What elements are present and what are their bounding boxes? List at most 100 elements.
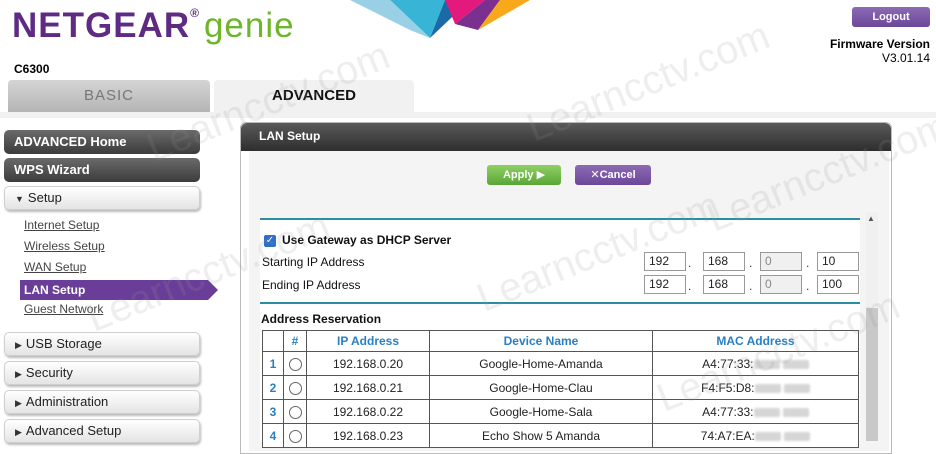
row-device: Google-Home-Amanda	[429, 351, 653, 376]
nav-administration[interactable]: ▶ Administration	[4, 390, 200, 414]
starting-ip-octet-3: 0	[760, 252, 802, 271]
row-ip: 192.168.0.23	[306, 423, 430, 448]
table-header-row: # IP Address Device Name MAC Address	[262, 330, 859, 352]
redacted-mac	[753, 407, 780, 417]
play-arrow-icon: ▶	[536, 169, 546, 181]
tab-advanced[interactable]: ADVANCED	[214, 80, 414, 112]
row-number: 2	[262, 375, 284, 400]
collapsed-triangle-icon: ▶	[15, 427, 22, 437]
tab-band	[0, 112, 936, 118]
ip-dot: .	[749, 279, 753, 293]
redacted-mac	[782, 359, 809, 369]
redacted-mac	[784, 431, 811, 441]
nav-wps-wizard[interactable]: WPS Wizard	[4, 158, 200, 182]
panel-title: LAN Setup	[241, 123, 891, 151]
nav-security[interactable]: ▶ Security	[4, 361, 200, 385]
mac-prefix: A4:77:33:	[702, 356, 754, 371]
row-ip: 192.168.0.21	[306, 375, 430, 400]
ip-dot: .	[806, 256, 810, 270]
model-number: C6300	[14, 62, 50, 76]
table-row[interactable]: 3 192.168.0.22 Google-Home-Sala A4:77:33…	[262, 399, 859, 424]
row-device: Google-Home-Sala	[429, 399, 653, 424]
column-device-name: Device Name	[429, 330, 653, 352]
redacted-mac	[754, 383, 781, 393]
nav-security-label: Security	[25, 365, 73, 380]
use-gateway-dhcp-checkbox[interactable]: ✓	[264, 234, 276, 247]
row-select[interactable]	[283, 375, 307, 400]
nav-advanced-setup[interactable]: ▶ Advanced Setup	[4, 419, 200, 443]
redacted-mac	[753, 359, 780, 369]
section-divider	[260, 302, 860, 304]
ip-dot: .	[688, 256, 692, 270]
sidebar-item-wan-setup[interactable]: WAN Setup	[24, 260, 86, 274]
apply-button[interactable]: Apply ▶	[487, 165, 561, 185]
radio-button[interactable]	[288, 405, 302, 419]
row-number: 1	[262, 351, 284, 376]
starting-ip-octet-4[interactable]: 10	[817, 252, 859, 271]
sidebar-item-internet-setup[interactable]: Internet Setup	[24, 218, 99, 232]
collapsed-triangle-icon: ▶	[15, 398, 22, 408]
ip-dot: .	[806, 279, 810, 293]
column-ip-address: IP Address	[306, 330, 430, 352]
ending-ip-label: Ending IP Address	[262, 278, 361, 292]
table-row[interactable]: 2 192.168.0.21 Google-Home-Clau F4:F5:D8…	[262, 375, 859, 400]
scroll-up-arrow-icon[interactable]: ▲	[867, 214, 875, 223]
starting-ip-label: Starting IP Address	[262, 255, 365, 269]
row-select[interactable]	[283, 399, 307, 424]
column-mac-address: MAC Address	[652, 330, 859, 352]
ending-ip-octet-1[interactable]: 192	[644, 275, 686, 294]
mac-prefix: F4:F5:D8:	[701, 380, 755, 395]
table-row[interactable]: 4 192.168.0.23 Echo Show 5 Amanda 74:A7:…	[262, 423, 859, 448]
ending-ip-octet-3: 0	[760, 275, 802, 294]
brand-genie: genie	[203, 6, 295, 45]
column-blank	[262, 330, 284, 352]
netgear-genie-logo: NETGEAR® genie	[12, 6, 295, 46]
nav-advanced-home[interactable]: ADVANCED Home	[4, 130, 200, 154]
logout-button[interactable]: Logout	[852, 7, 930, 27]
row-select[interactable]	[283, 423, 307, 448]
row-mac: F4:F5:D8:	[652, 375, 859, 400]
scrollbar-thumb[interactable]	[866, 308, 878, 441]
firmware-version: V3.01.14	[881, 51, 930, 65]
close-x-icon: ✕	[590, 169, 600, 181]
row-device: Google-Home-Clau	[429, 375, 653, 400]
brand-reg-mark: ®	[190, 6, 200, 20]
section-divider	[260, 218, 860, 220]
radio-button[interactable]	[288, 357, 302, 371]
nav-usb-storage-label: USB Storage	[25, 336, 102, 351]
redacted-mac	[783, 383, 810, 393]
use-gateway-dhcp-row[interactable]: ✓ Use Gateway as DHCP Server	[264, 233, 451, 247]
row-select[interactable]	[283, 351, 307, 376]
cancel-label: Cancel	[599, 169, 636, 181]
tab-basic[interactable]: BASIC	[8, 80, 210, 112]
expanded-triangle-icon: ▼	[15, 194, 24, 204]
starting-ip-octet-1[interactable]: 192	[644, 252, 686, 271]
nav-advanced-setup-label: Advanced Setup	[25, 423, 122, 438]
ending-ip-octet-4[interactable]: 100	[817, 275, 859, 294]
row-mac: 74:A7:EA:	[652, 423, 859, 448]
apply-label: Apply	[502, 169, 534, 181]
brand-netgear: NETGEAR	[12, 6, 191, 45]
row-ip: 192.168.0.20	[306, 351, 430, 376]
colorful-logo-graphic	[350, 0, 540, 42]
ip-dot: .	[688, 279, 692, 293]
ip-dot: .	[749, 256, 753, 270]
starting-ip-octet-2[interactable]: 168	[703, 252, 745, 271]
nav-setup-label: Setup	[27, 190, 62, 205]
mac-prefix: 74:A7:EA:	[700, 428, 755, 443]
sidebar-item-wireless-setup[interactable]: Wireless Setup	[24, 239, 105, 253]
row-number: 3	[262, 399, 284, 424]
row-number: 4	[262, 423, 284, 448]
nav-usb-storage[interactable]: ▶ USB Storage	[4, 332, 200, 356]
sidebar-item-lan-setup[interactable]: LAN Setup	[20, 280, 218, 300]
ending-ip-octet-2[interactable]: 168	[703, 275, 745, 294]
row-mac: A4:77:33:	[652, 399, 859, 424]
column-hash: #	[283, 330, 307, 352]
nav-setup[interactable]: ▼ Setup	[4, 186, 200, 210]
collapsed-triangle-icon: ▶	[15, 369, 22, 379]
collapsed-triangle-icon: ▶	[15, 340, 22, 350]
cancel-button[interactable]: ✕Cancel	[575, 165, 651, 185]
table-row[interactable]: 1 192.168.0.20 Google-Home-Amanda A4:77:…	[262, 351, 859, 376]
radio-button[interactable]	[288, 381, 302, 395]
sidebar-item-guest-network[interactable]: Guest Network	[24, 302, 103, 316]
